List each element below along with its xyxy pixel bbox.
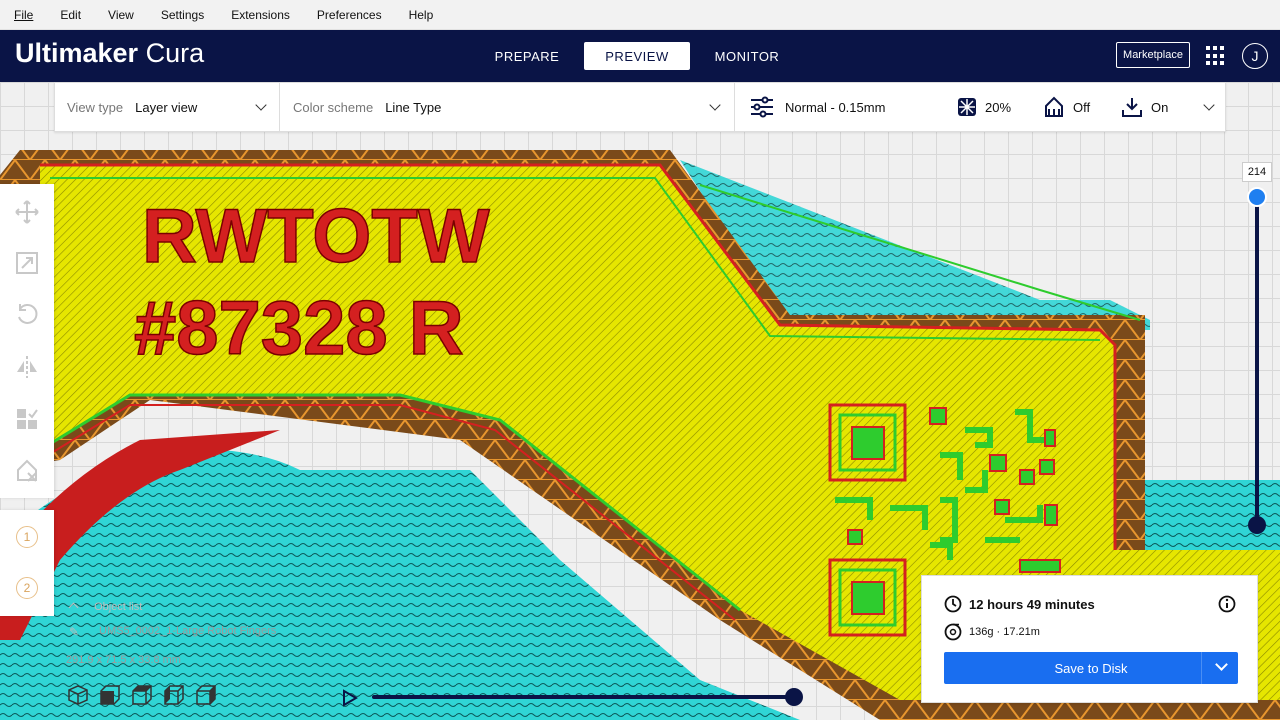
marketplace-button[interactable]: Marketplace xyxy=(1116,42,1190,68)
save-to-disk-label: Save to Disk xyxy=(1054,660,1128,676)
camera-left-view-icon[interactable] xyxy=(163,684,185,706)
profile-value: Normal - 0.15mm xyxy=(785,99,886,115)
camera-3d-view-icon[interactable] xyxy=(67,684,89,706)
support-icon xyxy=(1043,96,1065,118)
menu-settings[interactable]: Settings xyxy=(153,8,212,22)
print-settings-dropdown[interactable]: Normal - 0.15mm 20% Off On xyxy=(749,83,1219,131)
account-avatar[interactable]: J xyxy=(1242,43,1268,69)
path-slider-track[interactable] xyxy=(372,695,796,699)
chevron-up-icon xyxy=(68,602,79,613)
infill-icon xyxy=(957,97,977,117)
chevron-down-icon[interactable] xyxy=(1215,658,1228,671)
tab-prepare[interactable]: PREPARE xyxy=(474,42,580,70)
brand-product: Cura xyxy=(145,38,205,68)
extruder-2-button[interactable]: 2 xyxy=(16,577,38,599)
camera-right-view-icon[interactable] xyxy=(195,684,217,706)
tab-monitor[interactable]: MONITOR xyxy=(694,42,800,70)
view-settings-toolbar: View type Layer view Color scheme Line T… xyxy=(54,82,1226,132)
spool-icon xyxy=(944,623,962,646)
infill-value: 20% xyxy=(985,99,1012,115)
apps-grid-icon[interactable] xyxy=(1206,46,1226,66)
clock-icon xyxy=(944,595,962,618)
app-header: Ultimaker Cura PREPARE PREVIEW MONITOR M… xyxy=(0,30,1280,82)
menu-file[interactable]: File xyxy=(6,8,41,22)
view-type-value: Layer view xyxy=(135,99,198,115)
adhesion-value: On xyxy=(1151,99,1169,115)
info-icon[interactable] xyxy=(1218,595,1236,618)
rotate-tool-icon[interactable] xyxy=(14,301,40,327)
model-text-line2: #87328 R xyxy=(134,286,464,371)
scale-tool-icon[interactable] xyxy=(14,250,40,276)
menu-preferences[interactable]: Preferences xyxy=(309,8,390,22)
transform-tools-panel xyxy=(0,184,54,498)
view-type-dropdown[interactable]: View type Layer view xyxy=(67,83,277,131)
mirror-tool-icon[interactable] xyxy=(14,354,40,380)
support-blocker-icon[interactable] xyxy=(14,458,40,484)
object-list-label: Object list xyxy=(94,601,143,613)
save-to-disk-button[interactable]: Save to Disk xyxy=(944,652,1238,684)
support-value: Off xyxy=(1073,99,1091,115)
layer-slider-track[interactable] xyxy=(1255,198,1259,528)
tab-preview[interactable]: PREVIEW xyxy=(584,42,690,70)
button-divider xyxy=(1201,652,1202,684)
brand-name: Ultimaker xyxy=(15,38,139,68)
adhesion-icon xyxy=(1121,96,1143,118)
menu-view[interactable]: View xyxy=(100,8,142,22)
divider xyxy=(279,82,280,132)
material-usage: 136g · 17.21m xyxy=(969,626,1040,638)
object-name[interactable]: ✎ UMS5_0002_1-Large Robot Fingers xyxy=(69,625,277,639)
path-slider-handle[interactable] xyxy=(785,688,803,706)
view-type-label: View type xyxy=(67,99,124,115)
layer-slider-lower-handle[interactable] xyxy=(1248,516,1266,534)
chevron-down-icon xyxy=(1203,99,1215,111)
layer-slider-upper-handle[interactable] xyxy=(1247,187,1267,207)
divider xyxy=(734,82,735,132)
menu-help[interactable]: Help xyxy=(401,8,442,22)
print-info-panel: 12 hours 49 minutes 136g · 17.21m Save t… xyxy=(921,575,1258,703)
object-name-label: UMS5_0002_1-Large Robot Fingers xyxy=(99,625,277,637)
object-list-toggle[interactable]: Object list xyxy=(68,601,143,613)
stage-tabs: PREPARE PREVIEW MONITOR xyxy=(474,42,804,70)
camera-front-view-icon[interactable] xyxy=(99,684,121,706)
menu-edit[interactable]: Edit xyxy=(52,8,89,22)
chevron-down-icon xyxy=(255,99,267,111)
settings-sliders-icon xyxy=(749,96,775,118)
color-scheme-label: Color scheme xyxy=(293,99,374,115)
color-scheme-value: Line Type xyxy=(385,99,442,115)
extruder-1-button[interactable]: 1 xyxy=(16,526,38,548)
print-time: 12 hours 49 minutes xyxy=(969,597,1095,612)
pencil-icon: ✎ xyxy=(69,625,80,639)
app-logo: Ultimaker Cura xyxy=(15,38,204,69)
chevron-down-icon xyxy=(709,99,721,111)
menu-extensions[interactable]: Extensions xyxy=(223,8,298,22)
menu-bar: File Edit View Settings Extensions Prefe… xyxy=(0,0,1280,30)
object-dimensions: 291.9 x 71.5 x 33.8 mm xyxy=(66,654,181,666)
camera-top-view-icon[interactable] xyxy=(131,684,153,706)
model-text-line1: RWTOTW xyxy=(142,194,490,279)
per-model-settings-icon[interactable] xyxy=(14,406,40,432)
extruder-panel: 1 2 xyxy=(0,510,54,616)
play-simulation-icon[interactable] xyxy=(342,689,358,707)
move-tool-icon[interactable] xyxy=(14,199,40,225)
current-layer-input[interactable]: 214 xyxy=(1242,162,1272,182)
color-scheme-dropdown[interactable]: Color scheme Line Type xyxy=(293,83,723,131)
